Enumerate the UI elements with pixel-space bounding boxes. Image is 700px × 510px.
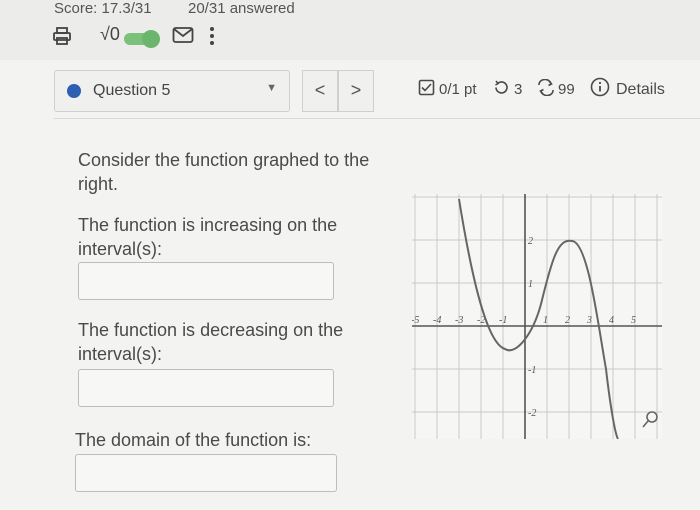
previous-question-button[interactable]: <	[302, 70, 338, 112]
attempts-count: 3	[514, 81, 523, 98]
y-tick-label: -2	[528, 408, 536, 419]
x-tick-label: 2	[565, 315, 570, 326]
decreasing-prompt: The function is decreasing on the interv…	[78, 320, 344, 364]
domain-answer-field[interactable]	[75, 454, 337, 492]
decreasing-answer-field[interactable]	[78, 369, 334, 407]
question-intro: Consider the function graphed to the rig…	[78, 150, 370, 194]
submissions-count: 99	[558, 81, 575, 98]
points-text: 0/1 pt	[439, 81, 477, 98]
score-text: Score: 17.3/31	[54, 0, 152, 17]
print-icon[interactable]	[52, 26, 72, 51]
x-tick-label: 1	[543, 315, 548, 326]
next-question-button[interactable]: >	[338, 70, 374, 112]
x-tick-label: 3	[586, 315, 592, 326]
question-selector[interactable]: Question 5 ▼	[54, 70, 290, 112]
points-icon	[418, 79, 435, 100]
info-icon[interactable]	[590, 77, 610, 101]
retry-icon	[493, 79, 510, 100]
y-tick-label: 2	[528, 236, 533, 247]
x-tick-label: -1	[499, 315, 507, 326]
chevron-down-icon: ▼	[266, 82, 277, 94]
domain-prompt: The domain of the function is:	[75, 430, 312, 450]
question-label: Question 5	[93, 82, 171, 99]
x-tick-label: -3	[455, 315, 463, 326]
header-divider	[54, 118, 700, 119]
y-tick-label: 1	[528, 279, 533, 290]
answered-count: 20/31 answered	[188, 0, 295, 17]
math-preview-label: √0	[100, 24, 120, 44]
increasing-answer-field[interactable]	[78, 262, 334, 300]
increasing-prompt: The function is increasing on the interv…	[78, 215, 338, 259]
x-tick-label: -5	[412, 315, 419, 326]
x-tick-label: -4	[433, 315, 441, 326]
y-tick-label: -1	[528, 365, 536, 376]
math-toggle[interactable]	[124, 30, 160, 48]
more-options-icon[interactable]	[208, 26, 216, 51]
question-status-dot	[67, 84, 81, 98]
x-tick-label: 4	[609, 315, 614, 326]
x-tick-label: 5	[631, 315, 636, 326]
details-link[interactable]: Details	[616, 81, 665, 99]
email-icon[interactable]	[172, 26, 194, 49]
function-graph: -5-4-3-2-11234521-1-2	[412, 194, 662, 439]
submissions-icon	[536, 78, 556, 100]
